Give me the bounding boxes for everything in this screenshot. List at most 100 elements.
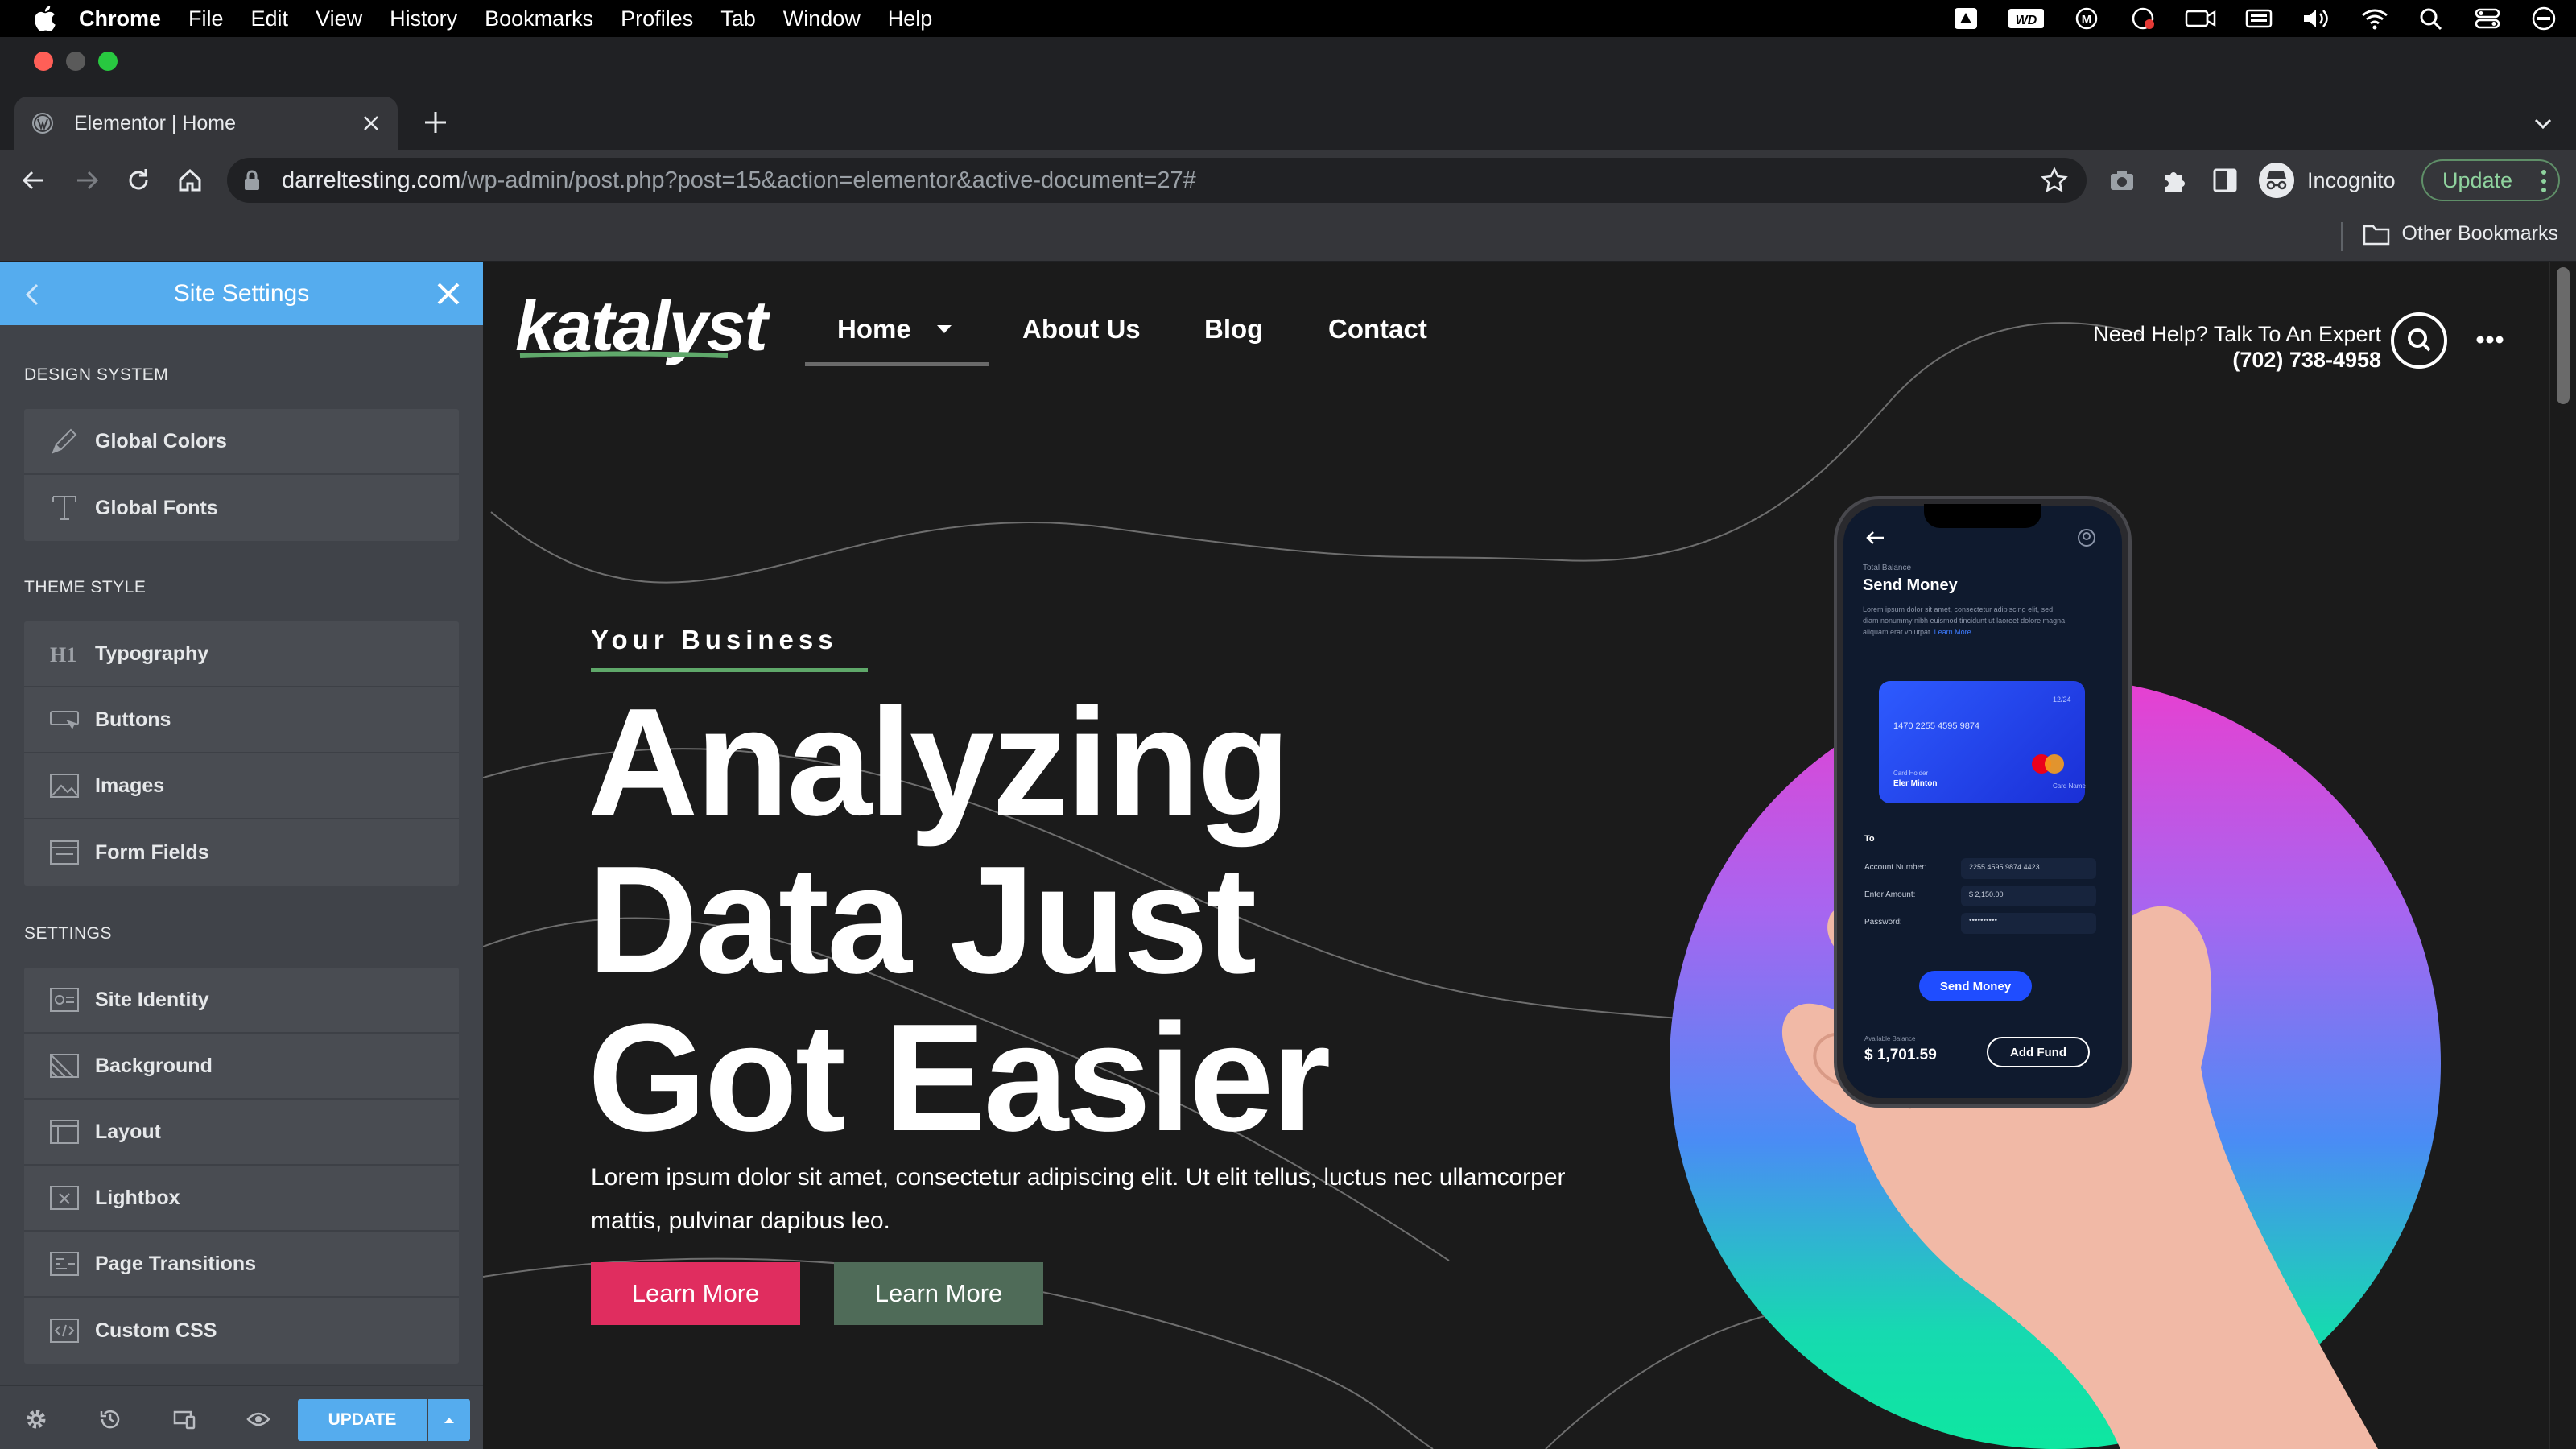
creative-cloud-icon[interactable] xyxy=(2128,6,2157,31)
site-identity-label: Site Identity xyxy=(95,988,209,1011)
back-arrow-icon[interactable] xyxy=(19,166,48,195)
more-dots-icon[interactable] xyxy=(2476,335,2504,345)
wifi-icon[interactable] xyxy=(2360,6,2389,31)
incognito-label: Incognito xyxy=(2307,167,2396,192)
brush-icon xyxy=(52,428,77,454)
spotlight-search-icon[interactable] xyxy=(2417,6,2446,31)
menu-item-custom-css[interactable]: Custom CSS xyxy=(24,1298,459,1364)
menu-item-lightbox[interactable]: Lightbox xyxy=(24,1166,459,1232)
bookmark-star-icon[interactable] xyxy=(2040,166,2069,195)
lock-icon[interactable] xyxy=(243,170,261,191)
svg-text:WD: WD xyxy=(2016,14,2037,27)
site-search-button[interactable] xyxy=(2391,312,2447,369)
window-minimize-button[interactable] xyxy=(66,52,85,71)
publish-options-button[interactable] xyxy=(428,1399,470,1441)
control-center-icon[interactable] xyxy=(2473,6,2502,31)
wd-status-icon[interactable]: WD xyxy=(2008,6,2045,31)
lightbox-label: Lightbox xyxy=(95,1186,180,1209)
new-tab-icon[interactable] xyxy=(422,109,449,136)
caret-down-icon[interactable] xyxy=(935,324,953,335)
preview-eye-icon[interactable] xyxy=(246,1407,270,1431)
address-bar[interactable]: darreltesting.com/wp-admin/post.php?post… xyxy=(227,158,2087,203)
chevron-left-icon[interactable] xyxy=(23,282,42,308)
menu-bookmarks[interactable]: Bookmarks xyxy=(485,6,593,31)
menu-view[interactable]: View xyxy=(316,6,362,31)
password-value: •••••••••• xyxy=(1969,916,1998,925)
svg-text:H1: H1 xyxy=(50,643,76,667)
theme-style-group: H1 Typography Buttons Images Form Fields xyxy=(24,621,459,886)
account-number-value: 2255 4595 9874 4423 xyxy=(1969,863,2040,871)
menu-item-layout[interactable]: Layout xyxy=(24,1100,459,1166)
extensions-puzzle-icon[interactable] xyxy=(2159,166,2188,195)
tab-close-icon[interactable] xyxy=(361,113,382,134)
tab-search-chevron-icon[interactable] xyxy=(2531,111,2555,135)
publish-update-button[interactable]: UPDATE xyxy=(298,1399,427,1441)
apple-icon[interactable] xyxy=(32,5,56,32)
menu-item-global-colors[interactable]: Global Colors xyxy=(24,409,459,475)
section-title-settings: SETTINGS xyxy=(24,924,113,943)
learn-more-secondary-button[interactable]: Learn More xyxy=(834,1262,1043,1325)
nav-about-us[interactable]: About Us xyxy=(1022,314,1141,345)
incognito-indicator[interactable]: Incognito xyxy=(2259,161,2396,200)
m-status-icon[interactable]: M xyxy=(2072,6,2101,31)
svg-text:M: M xyxy=(2082,13,2092,27)
other-bookmarks-button[interactable]: Other Bookmarks xyxy=(2363,222,2558,246)
window-close-button[interactable] xyxy=(34,52,53,71)
menu-item-typography[interactable]: H1 Typography xyxy=(24,621,459,687)
volume-icon[interactable] xyxy=(2301,6,2333,31)
responsive-mode-icon[interactable] xyxy=(172,1407,196,1431)
menu-item-global-fonts[interactable]: Global Fonts xyxy=(24,475,459,541)
images-label: Images xyxy=(95,774,165,797)
phone-body-text: Lorem ipsum dolor sit amet, consectetur … xyxy=(1863,604,2067,638)
drive-status-icon[interactable] xyxy=(1951,6,1980,31)
tab-title: Elementor | Home xyxy=(74,111,237,134)
menu-help[interactable]: Help xyxy=(888,6,933,31)
help-text: Need Help? Talk To An Expert xyxy=(2093,322,2381,346)
site-preview: katalyst Home About Us Blog Contact Need… xyxy=(483,262,2549,1449)
page-transitions-icon xyxy=(50,1252,79,1276)
menu-item-form-fields[interactable]: Form Fields xyxy=(24,819,459,886)
keyboard-status-icon[interactable] xyxy=(2244,6,2273,31)
site-scrollbar[interactable] xyxy=(2549,262,2576,1449)
chrome-update-button[interactable]: Update xyxy=(2421,159,2560,201)
nav-home[interactable]: Home xyxy=(837,314,911,345)
menu-item-images[interactable]: Images xyxy=(24,753,459,819)
help-phone[interactable]: (702) 738-4958 xyxy=(2232,348,2381,373)
phone-to-label: To xyxy=(1864,834,1875,844)
page-transitions-label: Page Transitions xyxy=(95,1252,257,1275)
user-switch-icon[interactable] xyxy=(2529,6,2558,31)
history-icon[interactable] xyxy=(98,1407,122,1431)
home-icon[interactable] xyxy=(175,166,204,195)
nav-blog[interactable]: Blog xyxy=(1204,314,1263,345)
wordpress-favicon-icon xyxy=(32,113,53,134)
camera-status-icon[interactable] xyxy=(2185,6,2217,31)
scrollbar-thumb[interactable] xyxy=(2557,267,2570,404)
phone-send-money-button: Send Money xyxy=(1919,971,2032,1001)
menu-profiles[interactable]: Profiles xyxy=(621,6,693,31)
menu-file[interactable]: File xyxy=(188,6,224,31)
font-icon xyxy=(52,496,76,520)
kebab-menu-icon[interactable] xyxy=(2541,169,2547,193)
macos-menu-bar: Chrome File Edit View History Bookmarks … xyxy=(0,0,2576,37)
menu-tab[interactable]: Tab xyxy=(720,6,756,31)
settings-gear-icon[interactable] xyxy=(24,1407,48,1431)
menu-edit[interactable]: Edit xyxy=(251,6,289,31)
camera-blocked-icon[interactable] xyxy=(2107,166,2136,195)
card-holder-label: Card Holder xyxy=(1893,770,1929,777)
window-zoom-button[interactable] xyxy=(98,52,118,71)
nav-contact[interactable]: Contact xyxy=(1328,314,1427,345)
learn-more-primary-button[interactable]: Learn More xyxy=(591,1262,800,1325)
menu-item-buttons[interactable]: Buttons xyxy=(24,687,459,753)
forward-arrow-icon[interactable] xyxy=(72,166,101,195)
menu-app-name[interactable]: Chrome xyxy=(79,6,161,31)
menu-item-background[interactable]: Background xyxy=(24,1034,459,1100)
side-panel-icon[interactable] xyxy=(2211,166,2240,195)
menu-item-page-transitions[interactable]: Page Transitions xyxy=(24,1232,459,1298)
reload-icon[interactable] xyxy=(124,166,153,195)
menu-window[interactable]: Window xyxy=(783,6,861,31)
menu-history[interactable]: History xyxy=(390,6,457,31)
close-icon[interactable] xyxy=(435,280,462,308)
menu-item-site-identity[interactable]: Site Identity xyxy=(24,968,459,1034)
hero-kicker: Your Business xyxy=(591,625,838,654)
tab-elementor-home[interactable]: Elementor | Home xyxy=(14,97,398,150)
